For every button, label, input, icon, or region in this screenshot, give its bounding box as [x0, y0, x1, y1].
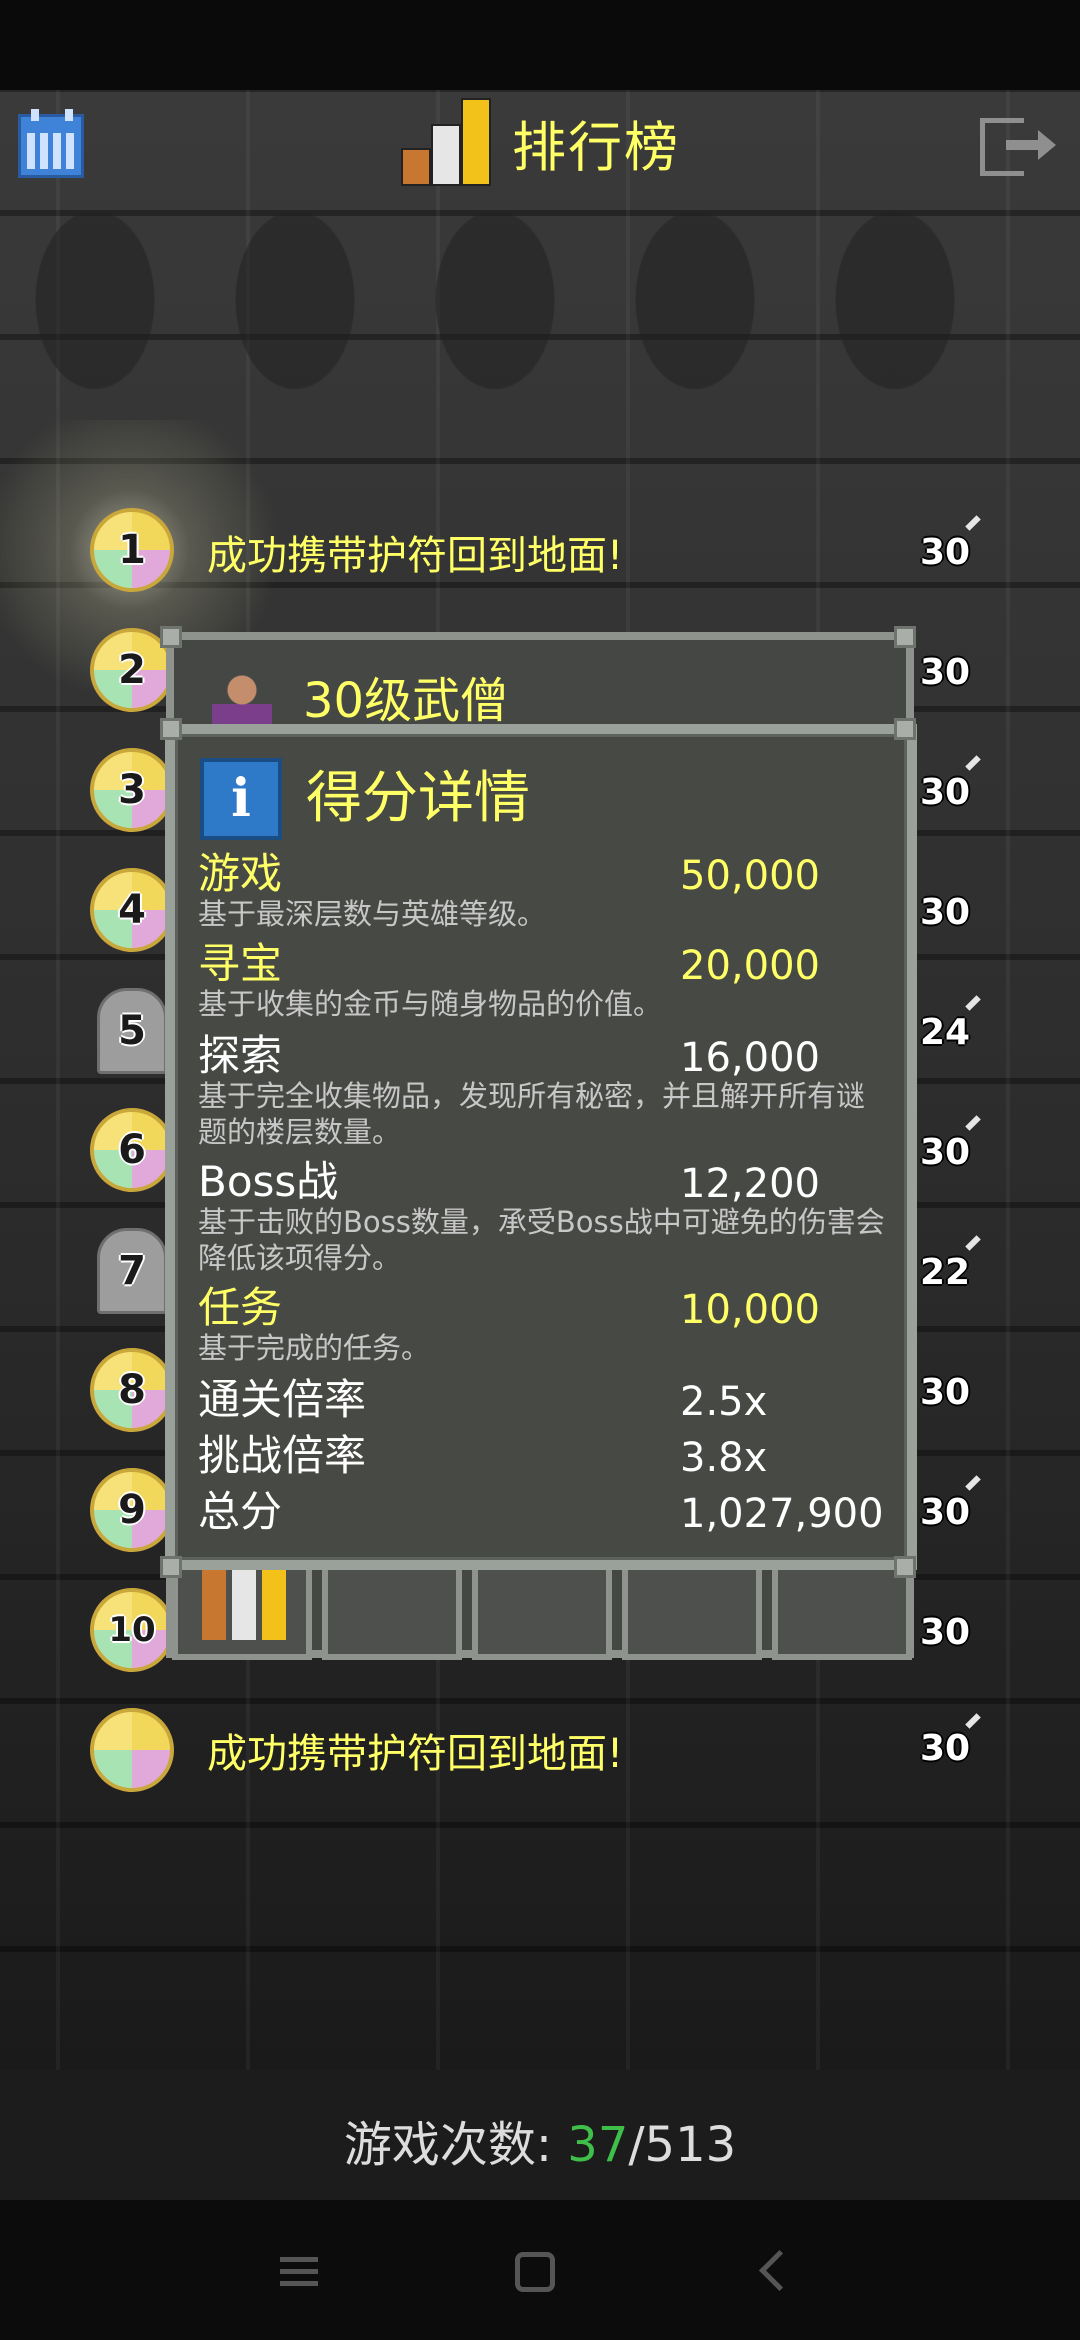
category-score: 20,000 — [680, 943, 820, 989]
rank-badge-7[interactable]: 7 — [97, 1228, 167, 1314]
category-name: 游戏 — [198, 849, 283, 898]
dialog-corner — [160, 1556, 182, 1578]
rank-level-1: 30 — [920, 532, 971, 573]
category-description: 基于完成的任务。 — [198, 1331, 431, 1365]
rank-level-2: 30 — [920, 652, 971, 693]
rank-number: 6 — [118, 1127, 146, 1173]
games-total-count: 513 — [644, 2117, 737, 2173]
multiplier-name: 挑战倍率 — [198, 1431, 367, 1480]
current-run-text[interactable]: 成功携带护符回到地面! — [207, 1724, 623, 1784]
rank-level-4: 30 — [920, 892, 971, 933]
total-score-value: 1,027,900 — [680, 1491, 884, 1537]
tab-badges[interactable] — [622, 1560, 762, 1660]
rank-number: 2 — [118, 647, 146, 693]
rank-badge-8[interactable]: 8 — [90, 1348, 174, 1432]
dialog-corner — [160, 718, 182, 740]
rank-badge-4[interactable]: 4 — [90, 868, 174, 952]
games-played-counter: 游戏次数: 37/513 — [0, 2110, 1080, 2180]
panel-corner — [160, 626, 182, 648]
rank-badge-9[interactable]: 9 — [90, 1468, 174, 1552]
current-run-level: 30 — [920, 1728, 971, 1769]
rank-badge-6[interactable]: 6 — [90, 1108, 174, 1192]
menu-icon[interactable] — [280, 2257, 318, 2287]
category-description: 基于击败的Boss数量，承受Boss战中可避免的伤害会降低该项得分。 — [198, 1205, 885, 1275]
rank-number: 9 — [118, 1487, 146, 1533]
tab-rankings[interactable] — [172, 1560, 312, 1660]
rank-number: 3 — [118, 767, 146, 813]
current-run-badge — [90, 1708, 174, 1792]
rank-number: 7 — [118, 1248, 146, 1294]
page-title: 排行榜 — [512, 116, 680, 179]
bar-chart-icon — [202, 1568, 286, 1640]
rank-level-5: 24 — [920, 1012, 971, 1053]
rank-number: 1 — [118, 527, 146, 573]
rank-badge-1[interactable]: 1 — [90, 508, 174, 592]
category-description: 基于最深层数与英雄等级。 — [198, 897, 547, 931]
rank-number: 10 — [108, 1610, 156, 1650]
rank-badge-5[interactable]: 5 — [97, 988, 167, 1074]
games-played-label: 游戏次数: — [343, 2117, 568, 2173]
games-played-separator: / — [628, 2117, 645, 2173]
rank-badge-10[interactable]: 10 — [90, 1588, 174, 1672]
multiplier-value: 3.8x — [680, 1435, 768, 1481]
tab-items[interactable] — [472, 1560, 612, 1660]
rank-number: 4 — [118, 887, 146, 933]
rank-level-8: 30 — [920, 1372, 971, 1413]
bar-silver — [431, 124, 461, 186]
category-name: 寻宝 — [198, 939, 283, 988]
calendar-grid — [27, 133, 75, 169]
rank-number: 8 — [118, 1367, 146, 1413]
exit-arrow-head — [1038, 130, 1056, 160]
calendar-rings — [31, 109, 73, 121]
bar-gold — [461, 98, 491, 186]
dialog-corner — [894, 718, 916, 740]
info-icon: i — [200, 758, 282, 840]
multiplier-name: 通关倍率 — [198, 1375, 367, 1424]
tab-trophies[interactable] — [772, 1560, 912, 1660]
hero-portrait-icon — [212, 668, 272, 728]
rank-level-10: 30 — [920, 1612, 971, 1653]
total-score-label: 总分 — [198, 1487, 283, 1536]
dialog-corner — [894, 1556, 916, 1578]
category-name: Boss战 — [198, 1157, 339, 1206]
panel-corner — [894, 626, 916, 648]
category-score: 50,000 — [680, 853, 820, 899]
bar-bronze — [401, 148, 431, 186]
rank-level-3: 30 — [920, 772, 971, 813]
category-score: 16,000 — [680, 1035, 820, 1081]
rank-level-7: 22 — [920, 1252, 971, 1293]
bar-chart-icon — [395, 98, 495, 192]
exit-icon[interactable] — [980, 118, 1058, 180]
home-icon[interactable] — [515, 2252, 555, 2292]
category-name: 任务 — [198, 1283, 283, 1332]
dialog-title: 得分详情 — [306, 766, 530, 831]
rank-badge-3[interactable]: 3 — [90, 748, 174, 832]
category-description: 基于收集的金币与随身物品的价值。 — [198, 987, 663, 1021]
games-played-count: 37 — [567, 2117, 629, 2173]
rank-number: 5 — [118, 1008, 146, 1054]
multiplier-value: 2.5x — [680, 1379, 768, 1425]
category-description: 基于完全收集物品，发现所有秘密，并且解开所有谜题的楼层数量。 — [198, 1079, 866, 1149]
category-score: 12,200 — [680, 1161, 820, 1207]
category-name: 探索 — [198, 1031, 283, 1080]
rank-level-9: 30 — [920, 1492, 971, 1533]
calendar-icon[interactable] — [18, 109, 84, 178]
status-bar-area — [0, 0, 1080, 90]
category-score: 10,000 — [680, 1287, 820, 1333]
tab-stats[interactable] — [322, 1560, 462, 1660]
rank-row-text-1[interactable]: 成功携带护符回到地面! — [207, 526, 623, 586]
rank-level-6: 30 — [920, 1132, 971, 1173]
